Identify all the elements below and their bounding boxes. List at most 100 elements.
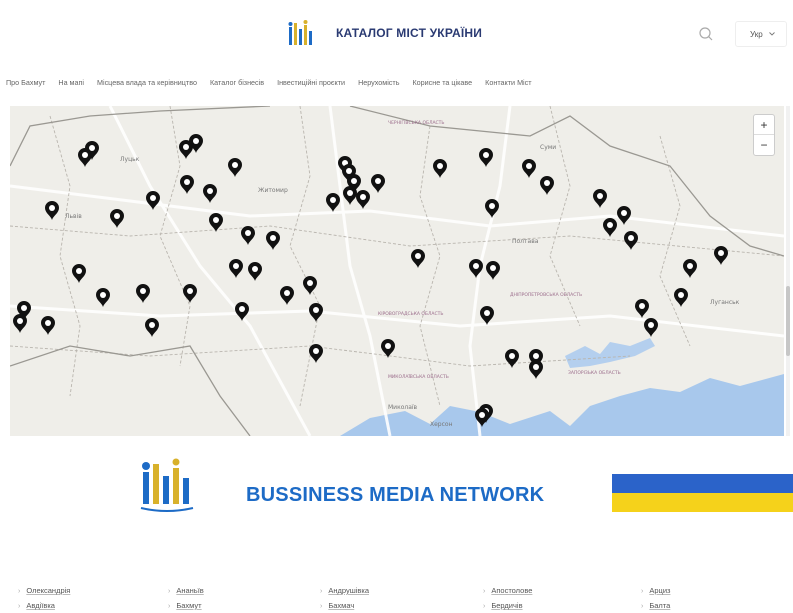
map-pin-dot (270, 235, 276, 241)
map-pin-dot (284, 290, 290, 296)
map-label-poltava: Полтава (512, 238, 539, 245)
map-pin-dot (239, 306, 245, 312)
map-pin-dot (330, 197, 336, 203)
map-pin-dot (45, 320, 51, 326)
map-label-dnipro-oblast: ДНІПРОПЕТРОВСЬКА ОБЛАСТЬ (510, 292, 582, 298)
map-pin-dot (49, 205, 55, 211)
map-label-luhansk: Луганськ (710, 299, 740, 306)
map-pin-dot (509, 353, 515, 359)
chevron-right-icon: › (483, 603, 486, 610)
nav-item-investment[interactable]: Інвестиційні проєкти (277, 74, 345, 92)
search-button[interactable] (697, 25, 715, 43)
nav-item-government[interactable]: Місцева влада та керівництво (97, 74, 197, 92)
map-pin-dot (415, 253, 421, 259)
nav-item-about[interactable]: Про Бахмут (6, 74, 45, 92)
zoom-in-button[interactable]: + (754, 115, 774, 135)
map-pin-dot (489, 203, 495, 209)
map-pin-dot (76, 268, 82, 274)
map-pin-dot (483, 152, 489, 158)
map-pin-dot (473, 263, 479, 269)
map-pin-dot (183, 144, 189, 150)
map-pin-dot (149, 322, 155, 328)
map-pin-dot (687, 263, 693, 269)
chevron-right-icon: › (320, 588, 323, 595)
city-map[interactable]: ЧЕРНІГІВСЬКА ОБЛАСТЬ Суми Луцьк Житомир … (10, 106, 784, 436)
city-link[interactable]: › Ананьїв (168, 586, 204, 595)
map-pin-dot (351, 178, 357, 184)
map-pin-dot (628, 235, 634, 241)
language-value: Укр (750, 29, 763, 39)
city-list: › Олександрія › Ананьїв › Андрушівка › Апост… (0, 586, 793, 613)
map-pin-dot (184, 179, 190, 185)
network-title: BUSSINESS MEDIA NETWORK (246, 484, 545, 506)
nav-item-contacts[interactable]: Контакти Міст (485, 74, 531, 92)
map-pin-dot (232, 162, 238, 168)
city-link[interactable]: › Бахмут (168, 601, 202, 610)
chevron-right-icon: › (168, 603, 171, 610)
map-pin-dot (597, 193, 603, 199)
map-label-zhytomyr: Житомир (258, 187, 288, 194)
zoom-control: + − (753, 114, 775, 156)
chevron-down-icon (768, 32, 775, 36)
map-label-zaporizhzhia-oblast: ЗАПОРІЗЬКА ОБЛАСТЬ (568, 370, 621, 376)
city-link[interactable]: › Арциз (641, 586, 670, 595)
map-pin-dot (490, 265, 496, 271)
map-pin-dot (479, 412, 485, 418)
map-pin-dot (187, 288, 193, 294)
nav-item-map[interactable]: На мапі (58, 74, 84, 92)
map-pin-dot (437, 163, 443, 169)
chevron-right-icon: › (320, 603, 323, 610)
map-label-lviv: Львів (65, 213, 82, 220)
city-link[interactable]: › Авдіївка (18, 601, 55, 610)
zoom-out-button[interactable]: − (754, 135, 774, 155)
map-pin-dot (207, 188, 213, 194)
map-label-lutsk: Луцьк (120, 156, 140, 163)
map-label-sumy: Суми (540, 144, 556, 151)
reservoir (565, 338, 655, 368)
map-pin-dot (347, 190, 353, 196)
search-icon (699, 27, 713, 41)
city-link[interactable]: › Апостолове (483, 586, 532, 595)
map-pin-dot (114, 213, 120, 219)
map-pin-dot (193, 138, 199, 144)
chevron-right-icon: › (641, 588, 644, 595)
city-link[interactable]: › Олександрія (18, 586, 70, 595)
map-pin-dot (346, 168, 352, 174)
nav-item-useful[interactable]: Корисне та цікаве (412, 74, 472, 92)
network-logo (140, 458, 194, 512)
map-pin-dot (526, 163, 532, 169)
map-canvas[interactable]: ЧЕРНІГІВСЬКА ОБЛАСТЬ Суми Луцьк Житомир … (10, 106, 784, 436)
map-pin-dot (484, 310, 490, 316)
flag-yellow-stripe (612, 493, 793, 512)
map-pin-dot (213, 217, 219, 223)
map-pin-dot (313, 307, 319, 313)
nav-item-real-estate[interactable]: Нерухомість (358, 74, 399, 92)
map-pin-dot (252, 266, 258, 272)
map-scrollbar-thumb[interactable] (786, 286, 790, 356)
map-pin-dot (307, 280, 313, 286)
language-select[interactable]: Укр (735, 21, 787, 47)
flag-blue-stripe (612, 474, 793, 493)
site-logo[interactable] (287, 19, 315, 49)
chevron-right-icon: › (18, 603, 21, 610)
map-pin-dot (17, 318, 23, 324)
chevron-right-icon: › (483, 588, 486, 595)
map-pin-dot (245, 230, 251, 236)
map-label-chernihiv: ЧЕРНІГІВСЬКА ОБЛАСТЬ (388, 120, 445, 126)
city-link[interactable]: › Балта (641, 601, 670, 610)
map-pin-dot (607, 222, 613, 228)
city-link[interactable]: › Бердичів (483, 601, 523, 610)
map-markers (13, 134, 728, 427)
map-pin-dot (678, 292, 684, 298)
map-pin-dot (233, 263, 239, 269)
main-nav: Про Бахмут На мапі Місцева влада та кері… (0, 74, 793, 92)
nav-item-business-catalog[interactable]: Каталог бізнесів (210, 74, 264, 92)
chevron-right-icon: › (18, 588, 21, 595)
map-pin-dot (100, 292, 106, 298)
map-scrollbar[interactable] (786, 106, 790, 436)
site-header: КАТАЛОГ МІСТ УКРАЇНИ Укр (0, 0, 793, 70)
site-title: КАТАЛОГ МІСТ УКРАЇНИ (336, 26, 483, 40)
city-link[interactable]: › Бахмач (320, 601, 354, 610)
city-link[interactable]: › Андрушівка (320, 586, 369, 595)
chevron-right-icon: › (168, 588, 171, 595)
